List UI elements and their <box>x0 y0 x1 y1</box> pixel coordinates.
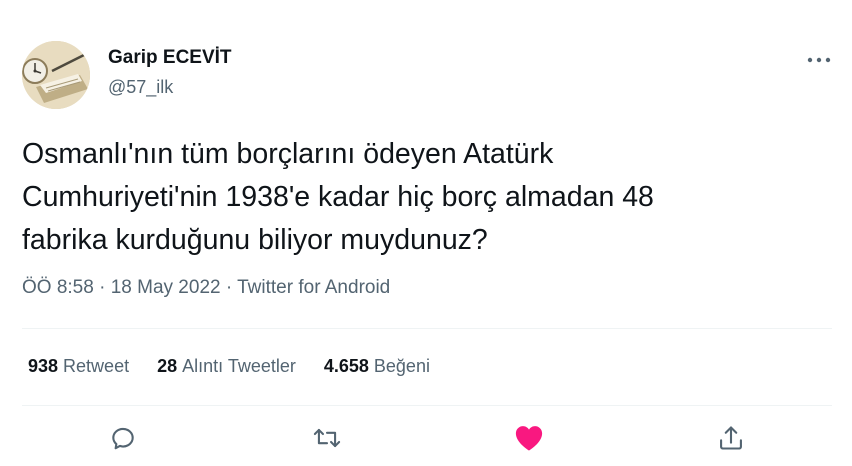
more-horizontal-icon <box>807 57 831 63</box>
like-button[interactable] <box>513 422 545 454</box>
author-handle[interactable]: @57_ilk <box>108 77 173 98</box>
share-button[interactable] <box>715 422 747 454</box>
retweet-button[interactable] <box>311 422 343 454</box>
author-name[interactable]: Garip ECEVİT <box>108 47 232 69</box>
avatar-image <box>22 41 90 109</box>
retweet-icon <box>313 428 341 448</box>
retweet-count-link[interactable]: 938 Retweet <box>28 356 129 377</box>
reply-button[interactable] <box>107 422 139 454</box>
quote-count-link[interactable]: 28 Alıntı Tweetler <box>157 356 296 377</box>
quote-label: Alıntı Tweetler <box>182 356 296 376</box>
quote-count: 28 <box>157 356 183 376</box>
tweet-time[interactable]: ÖÖ 8:58 <box>22 277 94 298</box>
tweet-stats: 938 Retweet 28 Alıntı Tweetler 4.658 Beğ… <box>28 356 430 377</box>
meta-separator: · <box>225 277 238 298</box>
tweet-source[interactable]: Twitter for Android <box>237 277 390 298</box>
like-label: Beğeni <box>373 356 430 376</box>
like-count-link[interactable]: 4.658 Beğeni <box>324 356 430 377</box>
tweet-detail: Garip ECEVİT @57_ilk Osmanlı'nın tüm bor… <box>0 0 852 466</box>
reply-icon <box>112 427 134 450</box>
retweet-label: Retweet <box>63 356 130 376</box>
tweet-meta: ÖÖ 8:58 · 18 May 2022 · Twitter for Andr… <box>22 277 390 299</box>
tweet-text: Osmanlı'nın tüm borçlarını ödeyen Atatür… <box>22 133 822 262</box>
retweet-count: 938 <box>28 356 64 376</box>
divider <box>22 328 832 329</box>
avatar[interactable] <box>22 41 90 109</box>
heart-icon <box>515 426 543 451</box>
share-icon <box>720 426 742 450</box>
tweet-text-line: fabrika kurduğunu biliyor muydunuz? <box>22 224 488 256</box>
divider <box>22 405 832 406</box>
more-button[interactable] <box>804 52 834 68</box>
like-count: 4.658 <box>323 356 374 376</box>
meta-separator: · <box>99 277 111 298</box>
tweet-text-line: Osmanlı'nın tüm borçlarını ödeyen Atatür… <box>22 138 554 170</box>
tweet-text-line: Cumhuriyeti'nin 1938'e kadar hiç borç al… <box>22 181 654 213</box>
tweet-date[interactable]: 18 May 2022 <box>111 277 221 298</box>
